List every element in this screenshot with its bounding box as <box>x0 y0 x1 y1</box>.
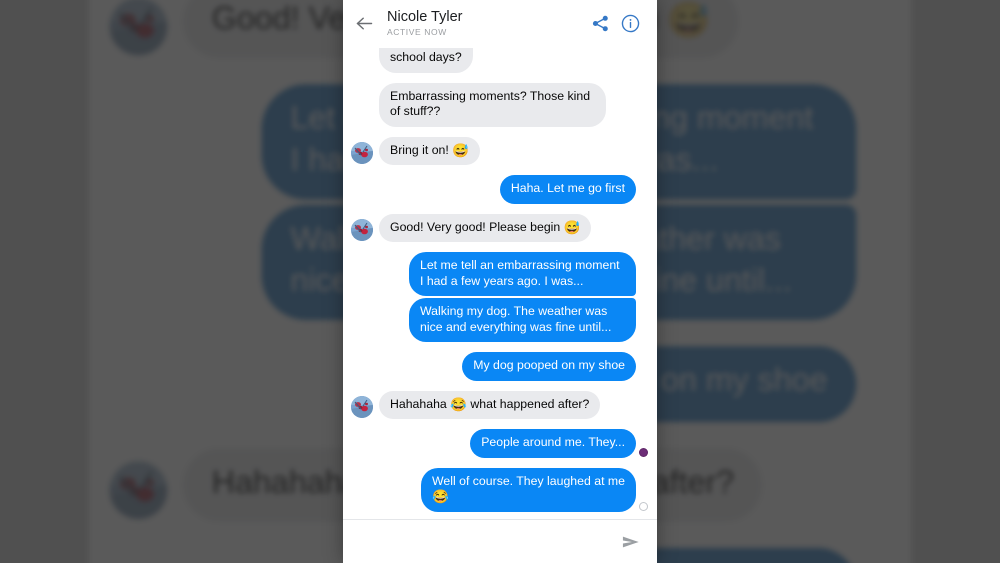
message-bubble[interactable]: Good! Very good! Please begin 😅 <box>379 213 592 242</box>
message-bubble[interactable]: Well of course. They laughed at me 😂 <box>421 467 636 512</box>
emoji-glyph: 😅 <box>666 0 711 38</box>
page-title: Nicole Tyler <box>387 8 463 25</box>
sent-receipt-icon <box>639 501 648 511</box>
phone-panel: Nicole Tyler ACTIVE NOW school days? Emb… <box>343 0 657 563</box>
avatar-image <box>351 396 373 418</box>
avatar[interactable] <box>109 460 168 519</box>
emoji-glyph: 😂 <box>450 396 467 412</box>
info-icon[interactable] <box>615 8 645 38</box>
message-row: People around me. They... <box>351 429 649 458</box>
avatar-image <box>109 460 168 519</box>
message-thread[interactable]: school days? Embarrassing moments? Those … <box>343 46 657 519</box>
message-bubble[interactable]: Hahahaha 😂 what happened after? <box>379 390 601 419</box>
avatar-image <box>351 142 373 164</box>
chat-title-block[interactable]: Nicole Tyler ACTIVE NOW <box>387 9 585 38</box>
share-icon[interactable] <box>585 8 615 38</box>
message-bubble[interactable]: People around me. They... <box>470 429 636 458</box>
avatar[interactable] <box>351 396 373 418</box>
status-badge: ACTIVE NOW <box>387 26 447 37</box>
avatar-image <box>109 0 168 55</box>
message-row: Haha. Let me go first <box>351 175 649 204</box>
message-bubble[interactable]: Haha. Let me go first <box>499 175 636 204</box>
avatar[interactable] <box>351 142 373 164</box>
message-row: My dog pooped on my shoe <box>351 352 649 381</box>
emoji-glyph: 😅 <box>563 219 581 235</box>
message-row: Embarrassing moments? Those kind of stuf… <box>351 82 649 127</box>
message-bubble[interactable]: Embarrassing moments? Those kind of stuf… <box>379 82 606 127</box>
seen-receipt-avatar <box>639 447 648 457</box>
avatar[interactable] <box>351 219 373 241</box>
emoji-glyph: 😅 <box>452 142 470 158</box>
message-bubble[interactable]: Let me tell an embarrassing moment I had… <box>409 252 636 296</box>
chat-header: Nicole Tyler ACTIVE NOW <box>343 0 657 46</box>
message-bubble[interactable]: Bring it on! 😅 <box>379 136 481 165</box>
message-row: Let me tell an embarrassing moment I had… <box>351 252 649 296</box>
message-row: Walking my dog. The weather was nice and… <box>351 298 649 342</box>
message-row: Hahahaha 😂 what happened after? <box>351 390 649 419</box>
message-row: Good! Very good! Please begin 😅 <box>351 213 649 242</box>
avatar[interactable] <box>109 0 168 55</box>
back-arrow-icon[interactable] <box>351 10 377 36</box>
message-composer <box>343 519 657 563</box>
avatar-image <box>351 219 373 241</box>
screenshot-stage: school days? Embarrassing moments? Those … <box>0 0 1000 563</box>
send-arrow-icon[interactable] <box>617 528 645 556</box>
message-row: Well of course. They laughed at me 😂 <box>351 467 649 512</box>
message-bubble[interactable]: Walking my dog. The weather was nice and… <box>409 298 636 342</box>
message-row: school days? <box>351 48 649 73</box>
avatar-spacer <box>351 50 373 72</box>
message-row: Bring it on! 😅 <box>351 136 649 165</box>
message-input[interactable] <box>355 534 617 549</box>
emoji-glyph: 😂 <box>432 489 449 504</box>
avatar-spacer <box>351 104 373 126</box>
message-bubble[interactable]: My dog pooped on my shoe <box>462 352 636 381</box>
message-bubble[interactable]: school days? <box>379 48 473 73</box>
